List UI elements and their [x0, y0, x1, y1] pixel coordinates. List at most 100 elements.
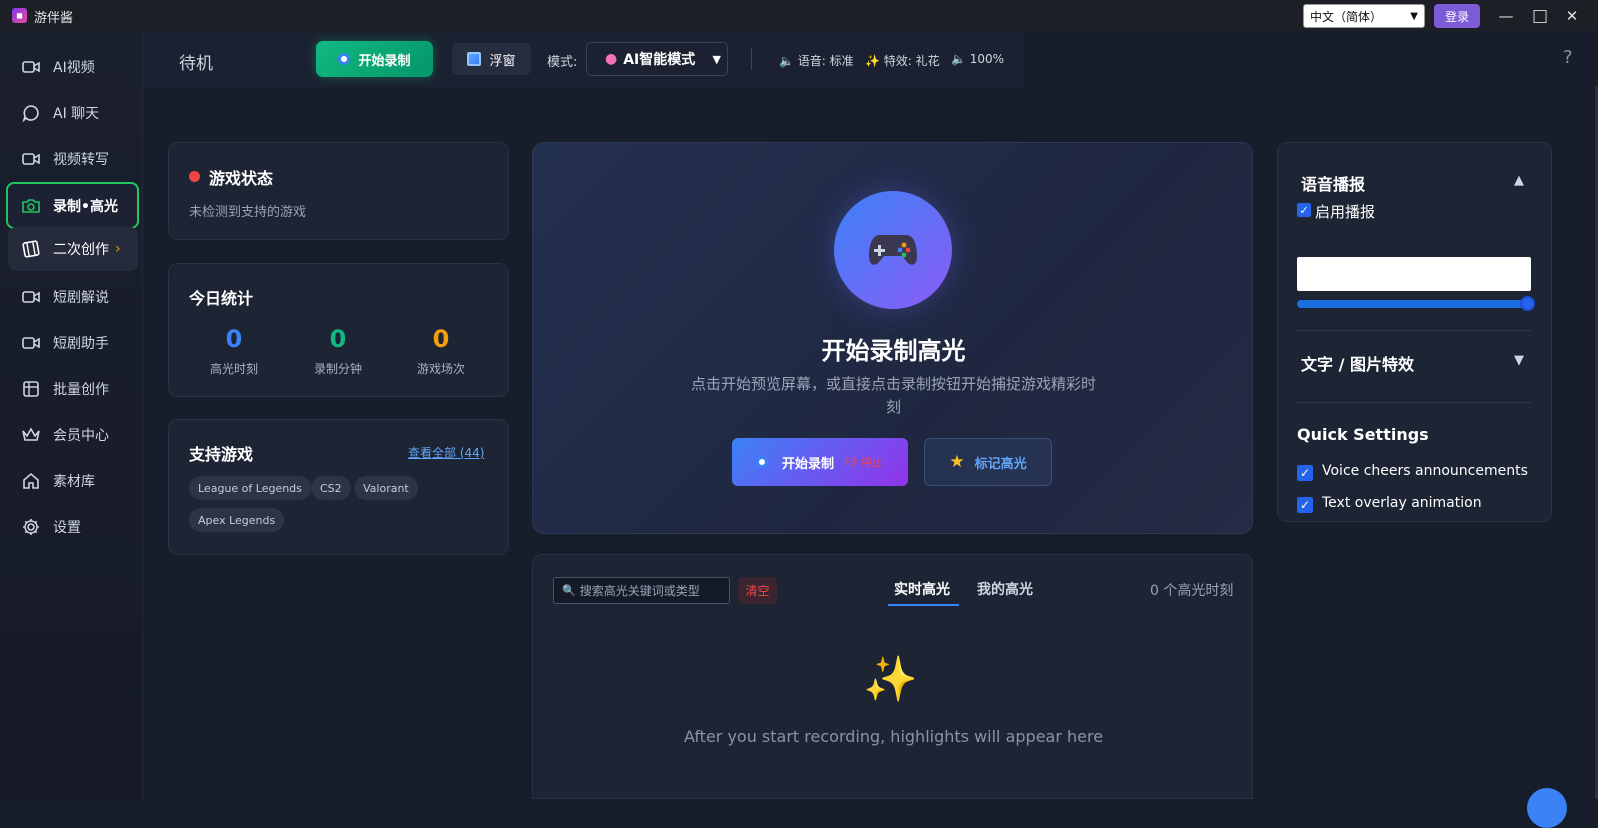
video-camera-icon: [21, 149, 41, 169]
sidebar-item-record-highlight[interactable]: 录制•高光: [6, 182, 139, 229]
settings-panel: 语音播报 ▲ ✓ 启用播报 文字 / 图片特效 ▼ Quick Settings…: [1277, 142, 1552, 522]
enable-broadcast-label: 启用播报: [1315, 203, 1376, 221]
view-all-link[interactable]: 查看全部 (44): [408, 444, 484, 461]
sidebar-item-membership[interactable]: 会员中心: [8, 413, 138, 457]
divider: [751, 48, 752, 70]
enable-broadcast-checkbox[interactable]: ✓: [1297, 203, 1311, 217]
gear-icon: [21, 517, 41, 537]
sparkles-icon: ✨: [863, 654, 918, 705]
tab-my-highlights[interactable]: 我的高光: [977, 579, 1033, 599]
effect-indicator: ✨ 特效: 礼花: [865, 54, 940, 68]
today-stats-title: 今日统计: [189, 289, 254, 308]
sidebar-item-drama-commentary[interactable]: 短剧解说: [8, 275, 138, 319]
close-icon[interactable]: ✕: [1562, 6, 1582, 26]
sidebar-item-ai-chat[interactable]: AI 聊天: [8, 91, 138, 135]
stat-games-label: 游戏场次: [416, 362, 465, 376]
gamepad-icon: [834, 191, 952, 309]
mode-select[interactable]: ● AI智能模式 ▼: [586, 42, 728, 76]
volume-slider-handle[interactable]: [1520, 296, 1535, 311]
chevron-right-icon: ›: [115, 241, 121, 257]
chevron-down-icon: ▼: [712, 52, 721, 66]
supported-games-title: 支持游戏: [189, 445, 254, 464]
effects-title[interactable]: 文字 / 图片特效: [1301, 351, 1414, 375]
game-status-desc: 未检测到支持的游戏: [189, 205, 307, 220]
brain-icon: ●: [605, 51, 618, 67]
sidebar-item-label: AI视频: [53, 60, 95, 76]
mode-label: 模式:: [547, 55, 578, 70]
main-area: 待机 开始录制 浮窗 模式: ● AI智能模式 ▼ 🔈 语音: 标准 ✨ 特效: 礼…: [143, 31, 1598, 828]
search-placeholder: 搜索高光关键词或类型: [579, 584, 700, 598]
sidebar-item-label: 素材库: [53, 474, 95, 490]
hero-record-label: 开始录制: [782, 456, 835, 472]
voice-broadcast-title[interactable]: 语音播报: [1301, 171, 1365, 195]
sidebar-item-label: 设置: [53, 520, 81, 536]
text-overlay-checkbox[interactable]: ✓: [1297, 497, 1313, 513]
divider: [1297, 330, 1531, 331]
chat-bubble-icon: [21, 103, 41, 123]
mark-highlight-button[interactable]: ★ 标记高光: [924, 438, 1052, 486]
collapse-icon[interactable]: ▲: [1514, 173, 1524, 188]
stat-minutes-value: 0: [329, 325, 347, 353]
mode-value: AI智能模式: [623, 52, 696, 68]
status-dot-icon: [189, 171, 200, 182]
app-logo-icon: ◼: [12, 8, 27, 23]
game-tag[interactable]: Valorant: [354, 476, 418, 500]
hero-description: 点击开始预览屏幕，或直接点击录制按钮开始捕捉游戏精彩时刻: [690, 375, 1096, 416]
video-camera-icon: [21, 333, 41, 353]
search-icon: 🔍: [562, 584, 576, 597]
voice-cheers-checkbox[interactable]: ✓: [1297, 465, 1313, 481]
start-record-label: 开始录制: [358, 53, 411, 69]
minimize-icon[interactable]: —: [1496, 6, 1516, 26]
game-tag[interactable]: League of Legends: [189, 476, 311, 500]
divider: [1297, 402, 1531, 403]
app-title: 游伴酱: [34, 11, 74, 26]
floating-action-button[interactable]: [1527, 788, 1567, 828]
today-stats-card: 今日统计 0 高光时刻 0 录制分钟 0 游戏场次: [168, 263, 509, 397]
recording-status: 待机: [179, 54, 213, 74]
start-record-button[interactable]: 开始录制: [316, 41, 433, 77]
stat-minutes-label: 录制分钟: [313, 362, 362, 376]
login-button[interactable]: 登录: [1434, 4, 1480, 28]
highlights-panel: 🔍 搜索高光关键词或类型 清空 实时高光 我的高光 0 个高光时刻 ✨ After…: [532, 554, 1253, 799]
title-bar: ◼ 游伴酱 中文（简体） ▼ 登录 — □ ✕: [0, 0, 1598, 31]
game-status-card: 游戏状态 未检测到支持的游戏: [168, 142, 509, 240]
sidebar-item-settings[interactable]: 设置: [8, 505, 138, 549]
sidebar-item-remix[interactable]: 二次创作 ›: [8, 227, 138, 271]
star-icon: ★: [949, 452, 965, 472]
sidebar-item-video-transcribe[interactable]: 视频转写: [8, 137, 138, 181]
sidebar-item-label: 会员中心: [53, 428, 109, 444]
float-window-label: 浮窗: [489, 53, 516, 69]
expand-icon[interactable]: ▼: [1514, 353, 1524, 368]
tab-live-highlights[interactable]: 实时高光: [894, 579, 950, 599]
sidebar: AI视频 AI 聊天 视频转写 录制•高光 二次创作 › 短剧解说 短剧助手 批…: [0, 31, 143, 799]
video-camera-icon: [21, 57, 41, 77]
help-button[interactable]: ?: [1563, 47, 1573, 68]
quick-settings-title: Quick Settings: [1297, 425, 1429, 444]
sidebar-item-batch-create[interactable]: 批量创作: [8, 367, 138, 411]
game-tag[interactable]: Apex Legends: [189, 508, 285, 532]
voice-cheers-label: Voice cheers announcements: [1322, 463, 1528, 479]
grid-icon: [21, 379, 41, 399]
clear-button[interactable]: 清空: [738, 577, 777, 604]
stat-highlights-label: 高光时刻: [209, 362, 258, 376]
sidebar-item-label: 短剧助手: [53, 336, 109, 352]
broadcast-text-input[interactable]: [1297, 257, 1531, 291]
maximize-icon[interactable]: □: [1530, 6, 1550, 26]
mark-highlight-label: 标记高光: [974, 456, 1027, 472]
language-select[interactable]: 中文（简体） ▼: [1303, 4, 1425, 28]
active-tab-indicator: [888, 604, 959, 606]
stop-hotkey-hint: F9 停止: [844, 456, 883, 469]
film-icon: [21, 239, 41, 259]
volume-slider-track[interactable]: [1297, 300, 1527, 308]
record-hero-panel: 开始录制高光 点击开始预览屏幕，或直接点击录制按钮开始捕捉游戏精彩时刻 开始录制…: [532, 142, 1253, 534]
sidebar-item-material-library[interactable]: 素材库: [8, 459, 138, 503]
hero-start-record-button[interactable]: 开始录制 F9 停止: [732, 438, 908, 486]
sidebar-item-drama-assistant[interactable]: 短剧助手: [8, 321, 138, 365]
highlight-search-input[interactable]: 🔍 搜索高光关键词或类型: [553, 577, 730, 604]
highlight-count: 0 个高光时刻: [1150, 583, 1234, 599]
game-tag[interactable]: CS2: [311, 476, 351, 500]
empty-state-text: After you start recording, highlights wi…: [683, 727, 1104, 746]
float-window-button[interactable]: 浮窗: [452, 43, 531, 75]
sidebar-item-label: 录制•高光: [53, 198, 118, 215]
sidebar-item-ai-video[interactable]: AI视频: [8, 45, 138, 89]
